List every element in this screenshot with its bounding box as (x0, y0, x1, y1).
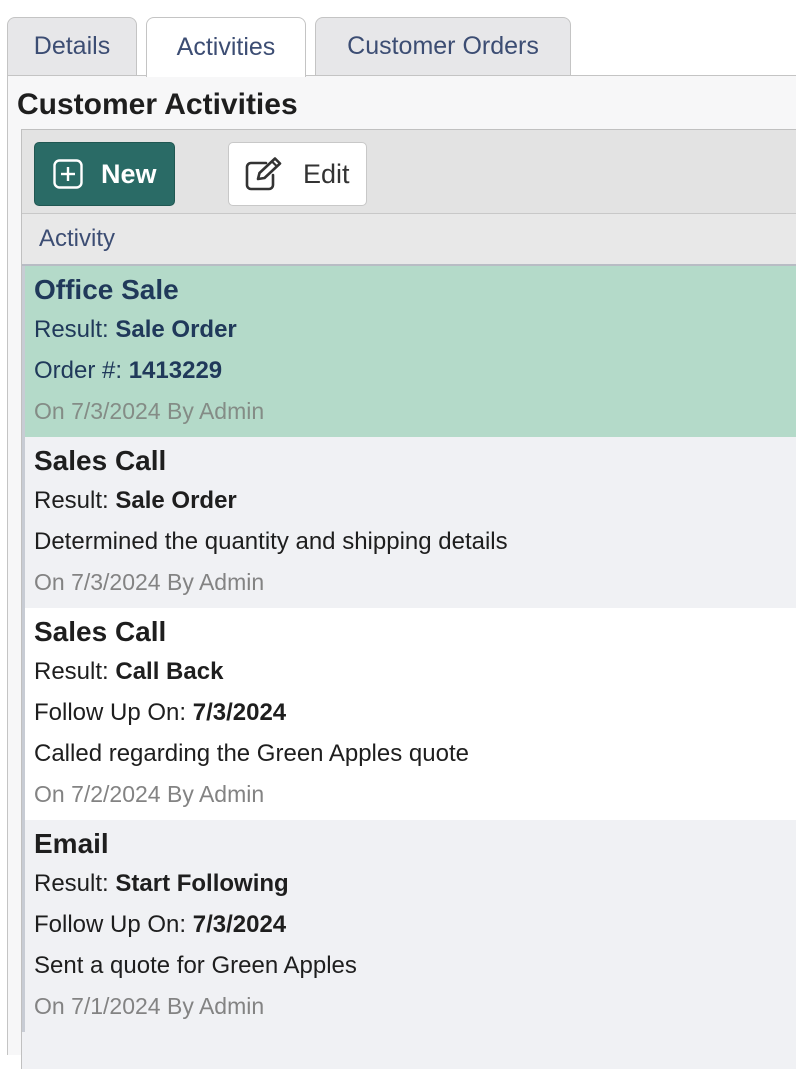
column-header-activity[interactable]: Activity (22, 213, 796, 266)
activity-note: Called regarding the Green Apples quote (34, 740, 469, 767)
activities-panel: Customer Activities New Edit Activity Of… (7, 75, 796, 1069)
edit-icon (244, 157, 284, 191)
activity-follow-up: Follow Up On: 7/3/2024 (34, 699, 287, 726)
edit-button-label: Edit (303, 158, 350, 189)
tab-activities[interactable]: Activities (146, 17, 306, 77)
plus-square-icon (52, 158, 84, 190)
activity-meta: On 7/1/2024 By Admin (34, 993, 265, 1019)
activity-result: Result: Sale Order (34, 316, 237, 343)
activity-note: Determined the quantity and shipping det… (34, 528, 508, 555)
activity-row[interactable]: Sales Call Result: Sale Order Determined… (22, 437, 796, 608)
edit-button[interactable]: Edit (228, 142, 367, 206)
activity-list: Office Sale Result: Sale Order Order #: … (22, 266, 796, 1032)
activity-follow-up: Follow Up On: 7/3/2024 (34, 911, 287, 938)
activity-note: Sent a quote for Green Apples (34, 952, 357, 979)
activity-result: Result: Call Back (34, 658, 224, 685)
activity-meta: On 7/3/2024 By Admin (34, 569, 265, 595)
activity-result: Result: Start Following (34, 870, 289, 897)
activity-row[interactable]: Office Sale Result: Sale Order Order #: … (22, 266, 796, 437)
tab-details[interactable]: Details (7, 17, 137, 75)
activity-meta: On 7/2/2024 By Admin (34, 781, 265, 807)
activities-grid: New Edit Activity Office Sale Result: Sa… (21, 129, 796, 1069)
activity-title: Sales Call (34, 616, 167, 647)
new-button[interactable]: New (34, 142, 175, 206)
activity-order-number: Order #: 1413229 (34, 357, 223, 384)
tab-bar: Details Activities Customer Orders (0, 0, 796, 77)
grid-toolbar: New Edit (22, 130, 796, 213)
tab-customer-orders[interactable]: Customer Orders (315, 17, 571, 75)
new-button-label: New (101, 158, 157, 189)
activity-row[interactable]: Sales Call Result: Call Back Follow Up O… (22, 608, 796, 820)
activity-title: Office Sale (34, 274, 179, 305)
activity-result: Result: Sale Order (34, 487, 237, 514)
activity-meta: On 7/3/2024 By Admin (34, 398, 265, 424)
panel-title: Customer Activities (17, 88, 298, 121)
activity-title: Sales Call (34, 445, 167, 476)
activity-row[interactable]: Email Result: Start Following Follow Up … (22, 820, 796, 1032)
activity-title: Email (34, 828, 109, 859)
